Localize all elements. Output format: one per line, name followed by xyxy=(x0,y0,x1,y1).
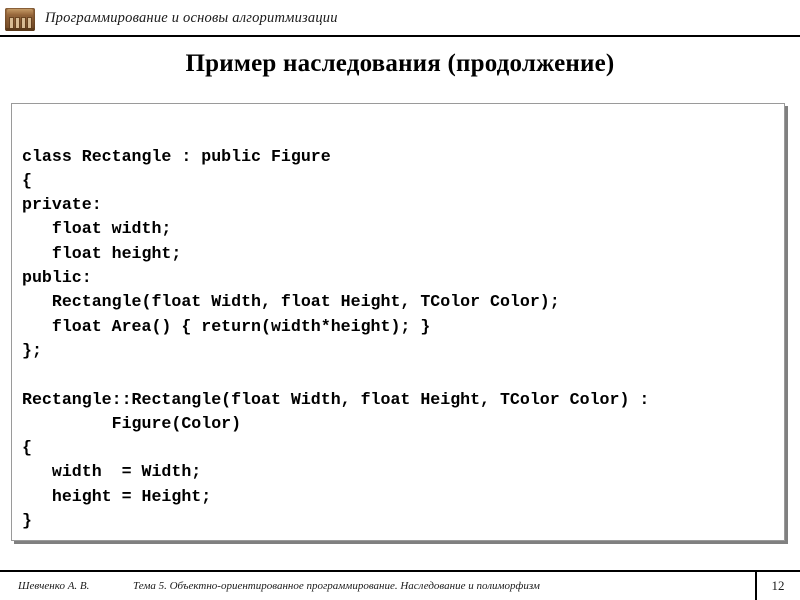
building-icon-roof xyxy=(7,8,33,15)
footer-divider xyxy=(0,570,800,572)
page-number: 12 xyxy=(771,578,785,593)
footer-author: Шевченко А. В. xyxy=(18,580,90,592)
header-divider xyxy=(0,35,800,37)
code-panel: class Rectangle : public Figure { privat… xyxy=(11,103,785,541)
slide-header: Программирование и основы алгоритмизации xyxy=(0,0,800,36)
page-title: Пример наследования (продолжение) xyxy=(185,50,615,77)
building-icon xyxy=(5,7,35,31)
building-icon-base xyxy=(6,27,34,31)
code-listing: class Rectangle : public Figure { privat… xyxy=(22,146,650,531)
course-title: Программирование и основы алгоритмизации xyxy=(45,9,338,26)
footer-topic: Тема 5. Объектно-ориентированное програм… xyxy=(133,580,540,592)
